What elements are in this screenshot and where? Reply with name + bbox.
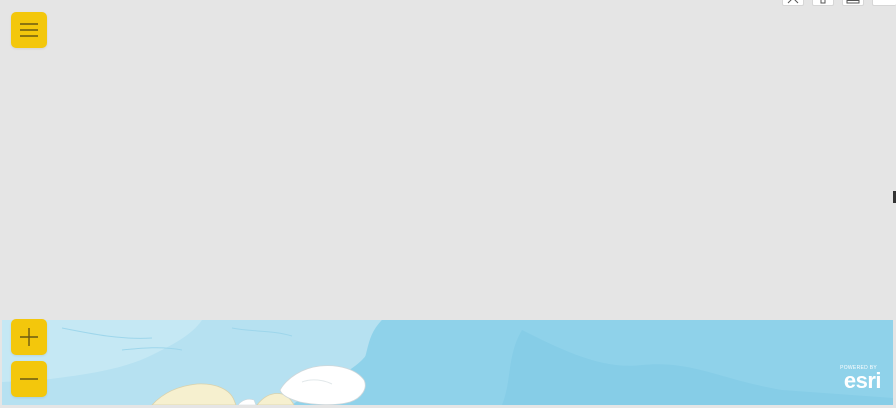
zoom-out-button[interactable]	[11, 361, 47, 397]
zoom-in-button[interactable]	[11, 319, 47, 355]
select-tool-button[interactable]	[782, 0, 804, 6]
select-icon	[787, 0, 799, 4]
basemap-tiles	[2, 320, 893, 405]
more-icon	[880, 0, 890, 4]
table-tool-button[interactable]	[842, 0, 864, 6]
hamburger-menu-icon	[20, 23, 38, 37]
map-view[interactable]: POWERED BY esri	[2, 320, 893, 405]
esri-brand-text: esri	[843, 368, 882, 393]
table-icon	[846, 0, 860, 4]
more-tool-button[interactable]	[872, 0, 896, 6]
map-app: POWERED BY esri	[0, 0, 896, 408]
top-toolbar	[782, 0, 896, 6]
minus-icon	[20, 378, 38, 380]
menu-button[interactable]	[11, 12, 47, 48]
esri-logo: POWERED BY esri	[831, 365, 881, 393]
pin-icon	[820, 0, 826, 4]
plus-icon	[20, 328, 38, 346]
pin-tool-button[interactable]	[812, 0, 834, 6]
